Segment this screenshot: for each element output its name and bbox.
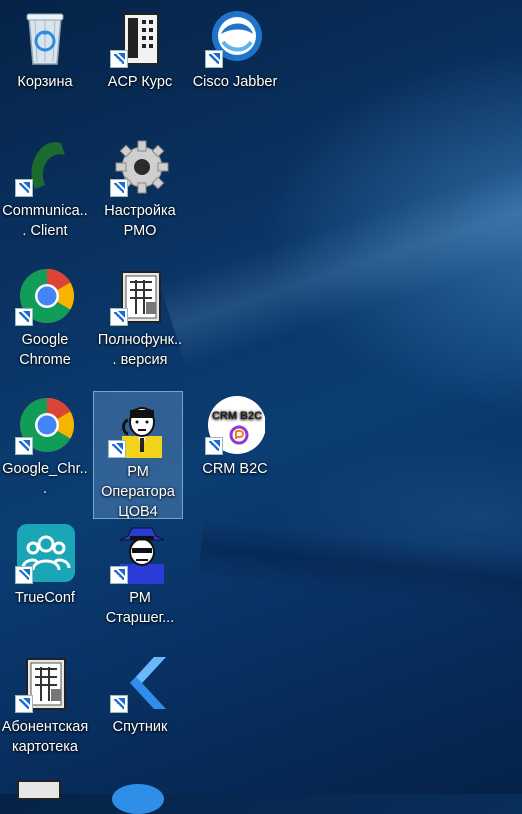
- partial-app-icon[interactable]: [112, 784, 164, 814]
- sputnik-icon: [110, 653, 170, 713]
- shortcut-arrow-icon: [15, 695, 33, 713]
- desktop-icon-acp-kurs[interactable]: ACP Курс: [96, 2, 184, 92]
- icon-label: Корзина: [17, 74, 73, 90]
- terminal-app-icon: [110, 266, 170, 326]
- recycle-bin-icon: [15, 8, 75, 68]
- shortcut-arrow-icon: [15, 566, 33, 584]
- icon-label: Cisco Jabber: [192, 74, 278, 90]
- desktop-icon-recycle-bin[interactable]: Корзина: [1, 2, 89, 92]
- icon-label: Спутник: [112, 719, 168, 735]
- icon-label: Google_Chr...: [2, 461, 88, 497]
- wallpaper-light-beam: [158, 121, 522, 369]
- desktop-icon-sputnik[interactable]: Спутник: [96, 647, 184, 737]
- shortcut-arrow-icon: [205, 437, 223, 455]
- shortcut-arrow-icon: [15, 308, 33, 326]
- icon-label: РМ Оператора ЦОВ4: [101, 464, 175, 520]
- shortcut-arrow-icon: [110, 50, 128, 68]
- trueconf-icon: [15, 524, 75, 584]
- icon-label: TrueConf: [15, 590, 75, 606]
- icon-label: Полнофунк... версия: [97, 332, 183, 368]
- icon-label: РМ Старшег...: [105, 590, 175, 626]
- phone-handset-icon: [15, 137, 75, 197]
- cisco-jabber-icon: [205, 8, 265, 68]
- wallpaper-shadow-beam: [198, 518, 522, 622]
- chrome-icon: [15, 395, 75, 455]
- icon-label: Communica... Client: [2, 203, 88, 239]
- desktop-icon-google-chrome-2[interactable]: Google_Chr...: [1, 389, 89, 499]
- desktop-icon-crm-b2c[interactable]: CRM B2C CRM B2C: [191, 389, 279, 479]
- shortcut-arrow-icon: [15, 179, 33, 197]
- chrome-icon: [15, 266, 75, 326]
- gear-icon: [110, 137, 170, 197]
- terminal-app-icon: [15, 653, 75, 713]
- icon-label: CRM B2C: [202, 461, 268, 477]
- desktop-icon-google-chrome[interactable]: Google Chrome: [1, 260, 89, 370]
- crm-b2c-icon: CRM B2C: [205, 395, 266, 455]
- icon-label: Google Chrome: [19, 332, 71, 368]
- shortcut-arrow-icon: [110, 308, 128, 326]
- agent-hat-icon: [110, 524, 170, 584]
- shortcut-arrow-icon: [110, 566, 128, 584]
- desktop-icon-polnofunk-versiya[interactable]: Полнофунк... версия: [96, 260, 184, 370]
- desktop-icon-rm-starsheg[interactable]: РМ Старшег...: [96, 518, 184, 628]
- desktop-icon-trueconf[interactable]: TrueConf: [1, 518, 89, 608]
- shortcut-arrow-icon: [110, 179, 128, 197]
- crm-badge-text: CRM B2C: [212, 410, 262, 422]
- partial-terminal-icon[interactable]: [17, 780, 61, 800]
- icon-label: ACP Курс: [107, 74, 173, 90]
- desktop-icon-nastroyka-rmo[interactable]: Настройка РМО: [96, 131, 184, 241]
- shortcut-arrow-icon: [108, 440, 126, 458]
- icon-label: Настройка РМО: [104, 203, 176, 239]
- desktop-icon-cisco-jabber[interactable]: Cisco Jabber: [191, 2, 279, 92]
- shortcut-arrow-icon: [15, 437, 33, 455]
- operator-person-icon: [108, 398, 168, 458]
- phone-terminal-icon: [110, 8, 170, 68]
- shortcut-arrow-icon: [110, 695, 128, 713]
- desktop-icon-communicator-client[interactable]: Communica... Client: [1, 131, 89, 241]
- desktop-icon-abonentskaya-kartoteka[interactable]: Абонентская картотека: [1, 647, 89, 757]
- shortcut-arrow-icon: [205, 50, 223, 68]
- icon-label: Абонентская картотека: [1, 719, 89, 755]
- desktop-icon-rm-operatora-tsov4[interactable]: РМ Оператора ЦОВ4: [93, 391, 183, 520]
